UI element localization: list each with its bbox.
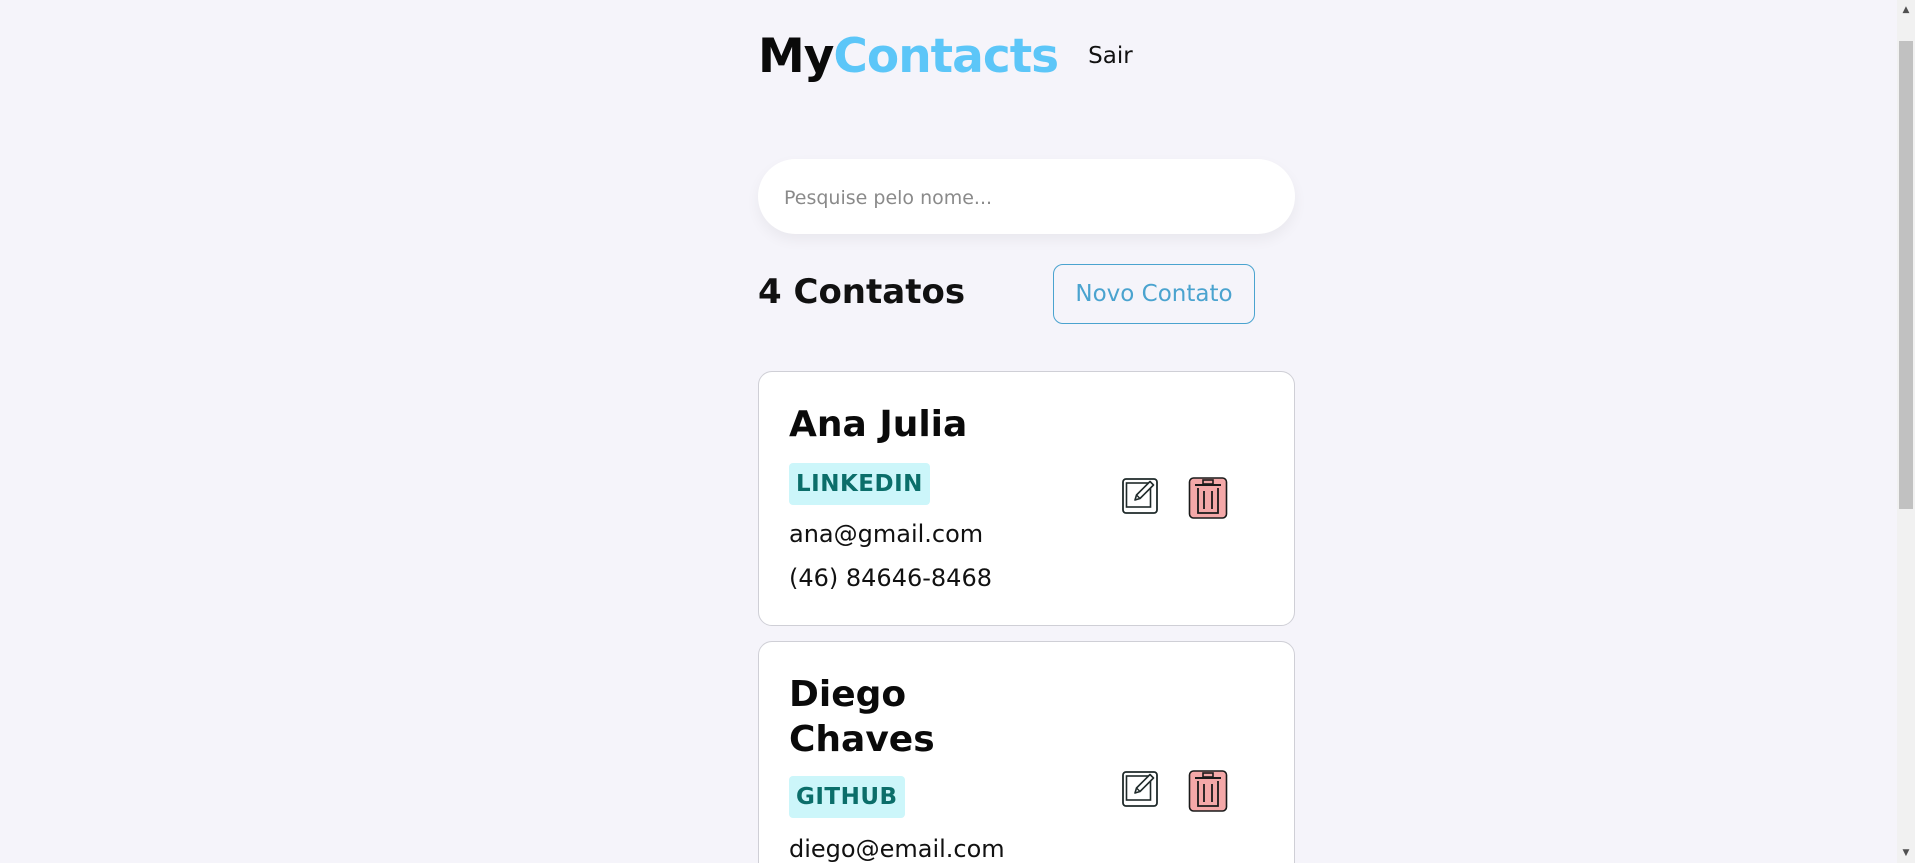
- contact-category-badge: GITHUB: [789, 776, 905, 818]
- contact-card: Diego Chaves GITHUB diego@email.com: [758, 641, 1295, 863]
- scroll-up-arrow-icon[interactable]: ▲: [1897, 2, 1915, 18]
- logo[interactable]: MyContacts: [758, 28, 1059, 84]
- scrollbar-thumb[interactable]: [1899, 41, 1913, 509]
- new-contact-button[interactable]: Novo Contato: [1053, 264, 1255, 324]
- logo-my: My: [758, 28, 834, 84]
- search-bar: [758, 159, 1295, 236]
- page: MyContacts Sair 4 Contatos Novo Contato …: [0, 0, 1915, 863]
- edit-contact-button[interactable]: [1121, 769, 1161, 811]
- search-input[interactable]: [782, 159, 1276, 236]
- contact-name: Ana Julia: [789, 404, 968, 445]
- header: MyContacts Sair: [758, 24, 1133, 88]
- edit-icon: [1122, 771, 1158, 807]
- delete-contact-button[interactable]: [1188, 476, 1228, 519]
- contacts-count: 4 Contatos: [758, 272, 966, 312]
- contact-email: ana@gmail.com: [789, 520, 984, 548]
- vertical-scrollbar[interactable]: ▲ ▼: [1897, 0, 1915, 863]
- trash-icon: [1188, 770, 1228, 812]
- contact-phone: (46) 84646-8468: [789, 564, 992, 592]
- delete-contact-button[interactable]: [1188, 769, 1228, 812]
- logo-contacts: Contacts: [833, 28, 1059, 84]
- edit-contact-button[interactable]: [1121, 476, 1161, 518]
- contacts-header: 4 Contatos Novo Contato: [758, 264, 1295, 326]
- trash-icon: [1188, 477, 1228, 519]
- scroll-down-arrow-icon[interactable]: ▼: [1897, 845, 1915, 861]
- edit-icon: [1122, 478, 1158, 514]
- logout-link[interactable]: Sair: [1088, 43, 1133, 69]
- contact-email: diego@email.com: [789, 835, 1005, 863]
- contact-name: Diego Chaves: [789, 674, 935, 760]
- contact-card: Ana Julia LINKEDIN ana@gmail.com (46) 84…: [758, 371, 1295, 626]
- contact-category-badge: LINKEDIN: [789, 463, 930, 505]
